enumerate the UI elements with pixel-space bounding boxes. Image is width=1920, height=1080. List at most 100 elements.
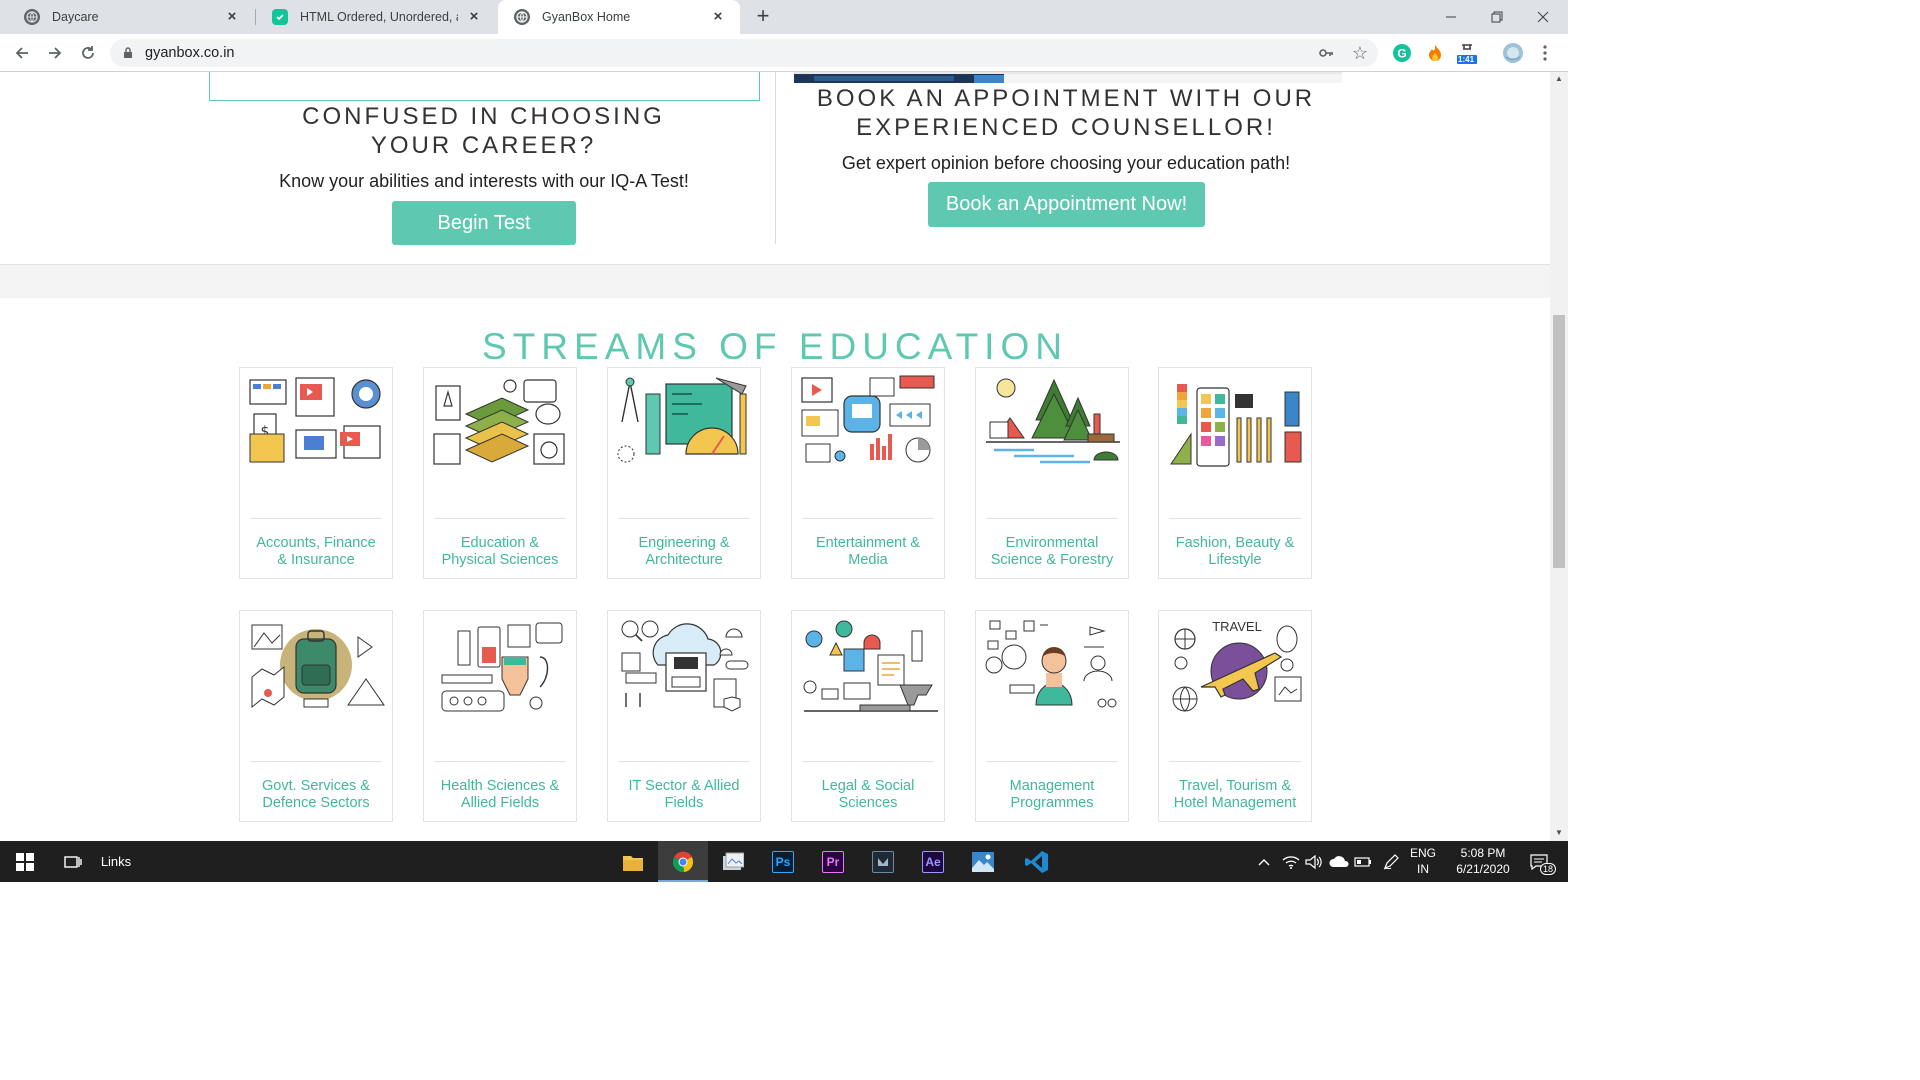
streams-section: STREAMS OF EDUCATION $ Accounts, Finance…	[0, 298, 1550, 841]
media-encoder-icon[interactable]	[858, 841, 908, 882]
svg-text:TRAVEL: TRAVEL	[1212, 619, 1262, 634]
key-icon[interactable]	[1318, 45, 1334, 66]
close-tab-icon[interactable]: ×	[224, 9, 240, 25]
page-scrollbar[interactable]: ▲ ▼	[1550, 72, 1568, 841]
stream-card-management[interactable]: Management Programmes	[975, 610, 1129, 822]
tab-title: HTML Ordered, Unordered, and D	[300, 10, 458, 24]
medical-illustration	[441, 622, 563, 712]
photo-viewer-icon[interactable]	[708, 841, 758, 882]
chrome-icon[interactable]	[658, 841, 708, 882]
volume-icon[interactable]	[1303, 841, 1325, 882]
stream-card-education-physical-sciences[interactable]: Education & Physical Sciences	[423, 367, 577, 579]
stream-label: Entertainment & Media	[816, 535, 920, 568]
appointment-subtext: Get expert opinion before choosing your …	[841, 153, 1291, 173]
vscode-icon[interactable]	[1012, 841, 1062, 882]
premiere-icon[interactable]: Pr	[808, 841, 858, 882]
tab-title: Daycare	[52, 10, 99, 24]
show-hidden-icons-chevron-icon[interactable]	[1254, 841, 1274, 882]
card-divider	[618, 761, 750, 762]
onedrive-cloud-icon[interactable]	[1328, 841, 1350, 882]
stream-card-engineering-architecture[interactable]: Engineering & Architecture	[607, 367, 761, 579]
stream-label: Education & Physical Sciences	[441, 535, 559, 568]
stream-label: Govt. Services & Defence Sectors	[262, 778, 370, 811]
card-divider	[250, 761, 382, 762]
cta-card: CONFUSED IN CHOOSING YOUR CAREER? Know y…	[0, 72, 1550, 265]
bookmark-star-icon[interactable]: ☆	[1352, 44, 1368, 62]
card-divider	[434, 761, 566, 762]
scroll-up-arrow-icon[interactable]: ▲	[1555, 74, 1563, 83]
palette-illustration	[1170, 384, 1302, 467]
reload-icon[interactable]	[75, 40, 101, 66]
scrollbar-thumb[interactable]	[1553, 315, 1565, 568]
grammarly-icon[interactable]: G	[1392, 43, 1412, 63]
book-appointment-button[interactable]: Book an Appointment Now!	[928, 182, 1205, 227]
stream-label: Legal & Social Sciences	[821, 778, 915, 811]
task-view-icon[interactable]	[50, 841, 96, 882]
forest-illustration	[986, 378, 1120, 464]
photos-app-icon[interactable]	[958, 841, 1008, 882]
stream-card-accounts-finance[interactable]: $ Accounts, Finance & Insurance	[239, 367, 393, 579]
tab-daycare[interactable]: Daycare ×	[8, 0, 254, 34]
windows-start-icon[interactable]	[0, 841, 50, 882]
pen-workspace-icon[interactable]	[1380, 841, 1402, 882]
close-tab-icon[interactable]: ×	[466, 9, 482, 25]
backpack-illustration	[251, 624, 385, 709]
stream-label: Accounts, Finance & Insurance	[256, 535, 376, 568]
test-banner-frame	[209, 72, 760, 101]
clock[interactable]: 5:08 PM 6/21/2020	[1446, 845, 1520, 877]
close-window-button[interactable]	[1520, 0, 1566, 34]
cloud-computing-illustration	[621, 620, 749, 712]
card-divider	[618, 518, 750, 519]
stream-label: Engineering & Architecture	[638, 535, 730, 568]
stream-card-health-sciences[interactable]: Health Sciences & Allied Fields	[423, 610, 577, 822]
stream-label: Fashion, Beauty & Lifestyle	[1175, 535, 1295, 568]
globe-icon	[514, 9, 530, 25]
restore-button[interactable]	[1474, 0, 1520, 34]
after-effects-icon[interactable]: Ae	[908, 841, 958, 882]
stream-card-legal-social[interactable]: Legal & Social Sciences	[791, 610, 945, 822]
stream-card-environmental-science[interactable]: Environmental Science & Forestry	[975, 367, 1129, 579]
stream-label: Environmental Science & Forestry	[990, 535, 1114, 568]
finance-illustration: $	[249, 377, 381, 463]
stream-card-travel-tourism[interactable]: TRAVEL Travel, Tourism & Hotel Management	[1158, 610, 1312, 822]
stream-card-govt-defence[interactable]: Govt. Services & Defence Sectors	[239, 610, 393, 822]
stream-card-entertainment-media[interactable]: Entertainment & Media	[791, 367, 945, 579]
timer-extension-icon[interactable]: 1:41	[1456, 43, 1478, 64]
tab-gyanbox-home[interactable]: GyanBox Home ×	[498, 0, 740, 34]
more-menu-icon[interactable]	[1538, 43, 1552, 63]
begin-test-button[interactable]: Begin Test	[392, 201, 576, 245]
card-divider	[986, 518, 1118, 519]
close-tab-icon[interactable]: ×	[710, 9, 726, 25]
card-divider	[986, 761, 1118, 762]
card-divider	[1169, 518, 1301, 519]
scroll-down-arrow-icon[interactable]: ▼	[1555, 828, 1563, 837]
file-explorer-icon[interactable]	[608, 841, 658, 882]
tab-html-lists[interactable]: HTML Ordered, Unordered, and D ×	[256, 0, 496, 34]
career-heading: CONFUSED IN CHOOSING YOUR CAREER?	[302, 103, 665, 159]
back-arrow-icon[interactable]	[9, 40, 35, 66]
battery-icon[interactable]	[1352, 841, 1374, 882]
links-toolbar[interactable]: Links	[96, 841, 136, 882]
minimize-button[interactable]	[1428, 0, 1474, 34]
airplane-illustration: TRAVEL	[1172, 619, 1302, 712]
photoshop-icon[interactable]: Ps	[758, 841, 808, 882]
forward-arrow-icon[interactable]	[42, 40, 68, 66]
stream-card-it-sector[interactable]: IT Sector & Allied Fields	[607, 610, 761, 822]
section-divider	[775, 72, 776, 244]
input-language-indicator[interactable]: ENG IN	[1408, 845, 1438, 877]
lock-icon[interactable]	[123, 46, 133, 64]
notification-center-icon[interactable]: 18	[1524, 841, 1557, 882]
profile-avatar[interactable]	[1502, 42, 1524, 64]
fire-extension-icon[interactable]	[1425, 43, 1445, 63]
card-divider	[1169, 761, 1301, 762]
counsellor-image	[794, 72, 1342, 83]
url-text: gyanbox.co.in	[145, 45, 235, 61]
stream-label: IT Sector & Allied Fields	[628, 778, 740, 811]
card-divider	[802, 761, 934, 762]
address-bar[interactable]: gyanbox.co.in ☆	[110, 39, 1378, 67]
new-tab-button[interactable]: +	[751, 5, 775, 29]
manager-illustration	[985, 620, 1117, 708]
wifi-icon[interactable]	[1280, 841, 1302, 882]
stream-card-fashion-beauty[interactable]: Fashion, Beauty & Lifestyle	[1158, 367, 1312, 579]
notification-count-badge: 18	[1540, 863, 1557, 875]
